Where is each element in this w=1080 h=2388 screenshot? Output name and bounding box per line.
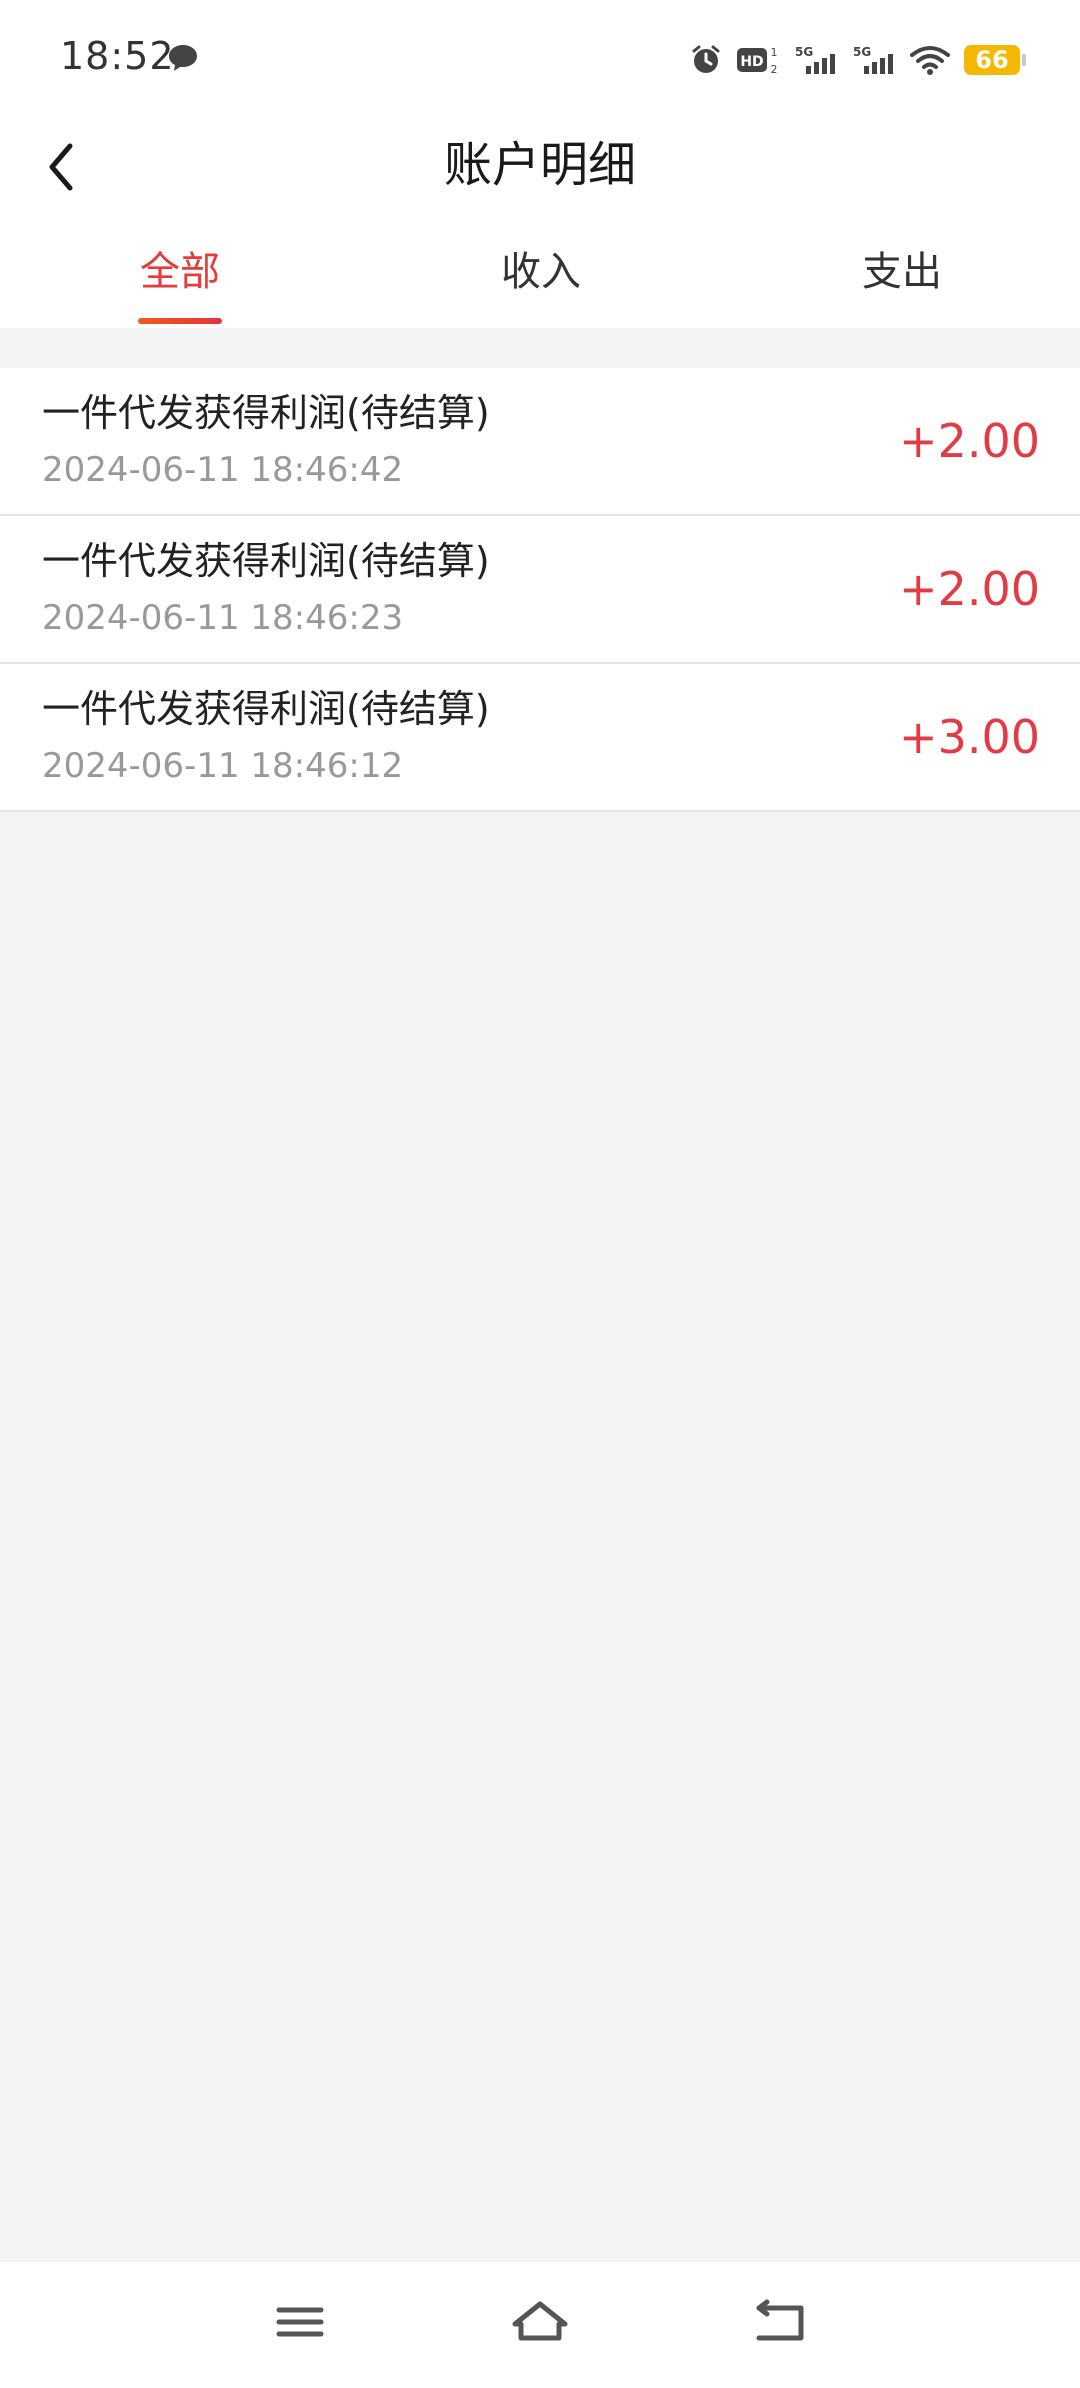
tab-active-indicator: [138, 318, 222, 324]
signal-5g-icon: 5G: [795, 45, 835, 74]
transaction-title: 一件代发获得利润(待结算): [42, 687, 490, 731]
list-item[interactable]: 一件代发获得利润(待结算) 2024-06-11 18:46:42 +2.00: [0, 368, 1080, 516]
transaction-time: 2024-06-11 18:46:12: [42, 746, 404, 786]
signal-5g-icon: 5G: [853, 45, 893, 74]
tab-income[interactable]: 收入: [441, 246, 641, 298]
battery-icon: 66: [964, 45, 1026, 75]
tab-all[interactable]: 全部: [80, 246, 280, 298]
tab-expense[interactable]: 支出: [802, 246, 1002, 298]
status-icons: HD 1 2 5G 5G 66: [690, 40, 1026, 80]
alarm-icon: [692, 45, 720, 73]
page-title: 账户明细: [443, 137, 636, 193]
svg-text:5G: 5G: [795, 45, 813, 59]
svg-text:5G: 5G: [853, 45, 871, 59]
svg-text:2: 2: [771, 63, 778, 76]
transaction-amount: +2.00: [899, 414, 1040, 468]
list-item[interactable]: 一件代发获得利润(待结算) 2024-06-11 18:46:23 +2.00: [0, 516, 1080, 664]
transaction-time: 2024-06-11 18:46:42: [42, 450, 404, 490]
tab-bar: 全部 收入 支出: [0, 246, 1080, 328]
svg-text:HD: HD: [740, 54, 763, 70]
hd-icon: HD 1 2: [737, 46, 778, 76]
transaction-list: 一件代发获得利润(待结算) 2024-06-11 18:46:42 +2.00 …: [0, 368, 1080, 812]
svg-text:1: 1: [771, 46, 778, 59]
home-icon[interactable]: [505, 2292, 575, 2352]
transaction-title: 一件代发获得利润(待结算): [42, 391, 490, 435]
list-item[interactable]: 一件代发获得利润(待结算) 2024-06-11 18:46:12 +3.00: [0, 664, 1080, 812]
transaction-time: 2024-06-11 18:46:23: [42, 598, 404, 638]
transaction-title: 一件代发获得利润(待结算): [42, 539, 490, 583]
menu-icon[interactable]: [265, 2292, 335, 2352]
message-icon: [169, 45, 197, 71]
transaction-amount: +3.00: [899, 710, 1040, 764]
status-time: 18:52: [60, 34, 175, 78]
back-icon[interactable]: [745, 2292, 815, 2352]
wifi-icon: [910, 46, 950, 75]
header: 账户明细 全部 收入 支出: [0, 118, 1080, 328]
status-bar: 18:52 HD 1 2 5G 5G 66: [0, 0, 1080, 118]
system-nav-bar: [0, 2262, 1080, 2388]
transaction-amount: +2.00: [899, 562, 1040, 616]
